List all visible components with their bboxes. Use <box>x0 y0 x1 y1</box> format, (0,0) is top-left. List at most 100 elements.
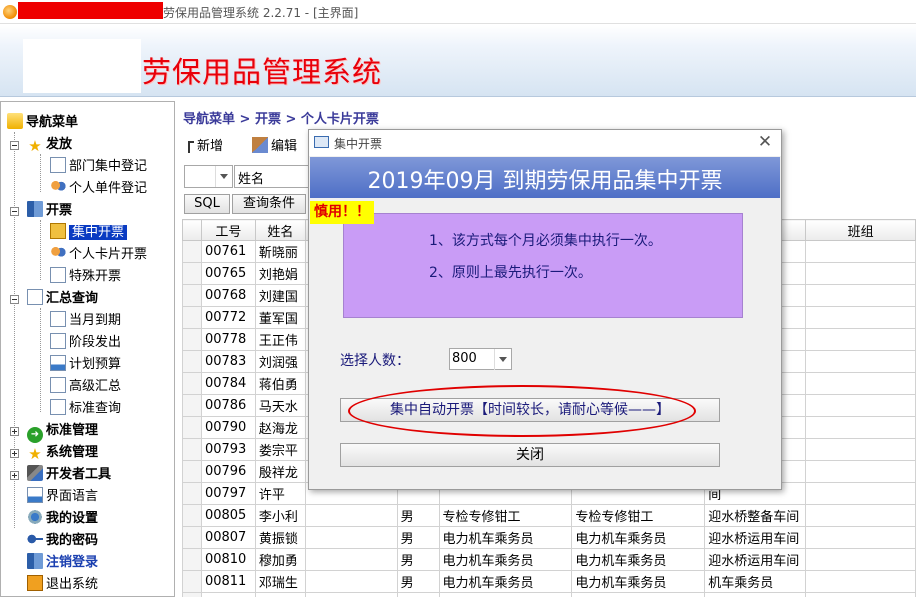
tree-item-my-settings[interactable]: 我的设置 <box>27 509 98 529</box>
row-header[interactable] <box>182 570 202 593</box>
table-cell[interactable] <box>805 592 916 597</box>
table-cell[interactable]: 迎水桥运用车间 <box>704 592 807 597</box>
tree-item-logout[interactable]: 注销登录 <box>27 553 98 573</box>
column-header[interactable]: 工号 <box>200 219 256 241</box>
table-cell[interactable]: 00796 <box>200 460 256 483</box>
tree-group-system[interactable]: ★ 系统管理 <box>27 443 98 463</box>
table-cell[interactable]: 李小利 <box>254 504 306 527</box>
collapse-toggle[interactable] <box>10 207 19 216</box>
expand-toggle[interactable] <box>10 427 19 436</box>
count-select[interactable]: 800 <box>449 348 512 370</box>
table-cell[interactable]: 许平 <box>254 482 306 505</box>
table-cell[interactable] <box>805 416 916 439</box>
table-cell[interactable]: 00772 <box>200 306 256 329</box>
table-cell[interactable]: 专检专修钳工 <box>571 504 706 527</box>
table-cell[interactable] <box>805 306 916 329</box>
table-row[interactable]: 00811 邓瑞生男电力机车乘务员 电力机车乘务员 机车乘务员 <box>182 570 916 593</box>
table-cell[interactable]: 王正伟 <box>254 328 306 351</box>
table-row[interactable]: 00805 李小利男专检专修钳工 专检专修钳工 迎水桥整备车间 <box>182 504 916 527</box>
table-cell[interactable] <box>805 372 916 395</box>
table-cell[interactable]: 00784 <box>200 372 256 395</box>
table-cell[interactable]: 刘建国 <box>254 284 306 307</box>
table-cell[interactable] <box>805 504 916 527</box>
row-header[interactable] <box>182 284 202 307</box>
row-header[interactable] <box>182 482 202 505</box>
expand-toggle[interactable] <box>10 449 19 458</box>
table-cell[interactable] <box>805 262 916 285</box>
row-header[interactable] <box>182 592 202 597</box>
table-cell[interactable] <box>805 460 916 483</box>
query-condition-button[interactable]: 查询条件 <box>232 194 306 214</box>
table-cell[interactable] <box>805 350 916 373</box>
table-cell[interactable]: 迎水桥整备车间 <box>704 504 807 527</box>
tree-item-due-this-month[interactable]: 当月到期 <box>50 311 121 331</box>
table-cell[interactable]: 电力机车乘务员 <box>438 592 573 597</box>
table-cell[interactable]: 00805 <box>200 504 256 527</box>
table-row[interactable]: 00807 黄振锁男电力机车乘务员 电力机车乘务员 迎水桥运用车间 <box>182 526 916 549</box>
table-cell[interactable]: 黄振锁 <box>254 526 306 549</box>
table-cell[interactable]: 电力机车乘务员 <box>571 570 706 593</box>
sql-button[interactable]: SQL <box>184 194 230 214</box>
close-icon[interactable]: ✕ <box>755 132 775 152</box>
edit-button[interactable]: 编辑 <box>252 135 297 154</box>
table-cell[interactable]: 专检专修钳工 <box>438 504 573 527</box>
table-cell[interactable]: 娄宗平 <box>254 438 306 461</box>
filter-field-select[interactable]: 姓名 <box>234 165 314 188</box>
table-cell[interactable] <box>805 438 916 461</box>
table-cell[interactable]: 男 <box>396 548 440 571</box>
table-cell[interactable]: 殷祥龙 <box>254 460 306 483</box>
table-cell[interactable] <box>304 592 398 597</box>
row-header[interactable] <box>182 240 202 263</box>
table-cell[interactable]: 00761 <box>200 240 256 263</box>
table-cell[interactable]: 电力机车乘务员 <box>571 526 706 549</box>
table-cell[interactable]: 靳晓丽 <box>254 240 306 263</box>
tree-group-issue[interactable]: ★ 发放 <box>27 135 72 155</box>
tree-group-standards[interactable]: ➜ 标准管理 <box>27 421 98 443</box>
tree-item-period-issue[interactable]: 阶段发出 <box>50 333 121 353</box>
row-header[interactable] <box>182 394 202 417</box>
table-cell[interactable]: 00812 <box>200 592 256 597</box>
table-cell[interactable]: 迎水桥运用车间 <box>704 526 807 549</box>
row-header[interactable] <box>182 372 202 395</box>
row-header[interactable] <box>182 504 202 527</box>
row-header[interactable] <box>182 328 202 351</box>
table-cell[interactable]: 穆加勇 <box>254 548 306 571</box>
table-cell[interactable] <box>304 504 398 527</box>
table-cell[interactable] <box>805 328 916 351</box>
table-cell[interactable]: 翁新宁 <box>254 592 306 597</box>
table-cell[interactable]: 电力机车乘务员 <box>438 526 573 549</box>
table-cell[interactable]: 00765 <box>200 262 256 285</box>
table-cell[interactable] <box>805 548 916 571</box>
table-cell[interactable]: 男 <box>396 526 440 549</box>
tree-item-batch-invoice[interactable]: 集中开票 <box>50 223 128 243</box>
table-cell[interactable]: 男 <box>396 504 440 527</box>
row-header[interactable] <box>182 526 202 549</box>
table-cell[interactable]: 00810 <box>200 548 256 571</box>
table-cell[interactable]: 00783 <box>200 350 256 373</box>
tree-group-summary[interactable]: 汇总查询 <box>27 289 98 309</box>
row-header[interactable] <box>182 306 202 329</box>
table-cell[interactable]: 马天水 <box>254 394 306 417</box>
tree-item-my-password[interactable]: 我的密码 <box>27 531 98 551</box>
row-header[interactable] <box>182 350 202 373</box>
table-row[interactable]: 00812翁新宁男电力机车乘务员电力机车乘务员迎水桥运用车间 <box>182 592 916 597</box>
table-cell[interactable]: 00811 <box>200 570 256 593</box>
tree-item-plan-budget[interactable]: 计划预算 <box>50 355 121 375</box>
row-header[interactable] <box>182 416 202 439</box>
table-cell[interactable] <box>805 570 916 593</box>
tree-item-language[interactable]: 界面语言 <box>27 487 98 507</box>
tree-item-standard-query[interactable]: 标准查询 <box>50 399 121 419</box>
table-cell[interactable] <box>805 526 916 549</box>
filter-operator-select[interactable] <box>184 165 233 188</box>
tree-item-advanced-summary[interactable]: 高级汇总 <box>50 377 121 397</box>
table-cell[interactable]: 刘艳娟 <box>254 262 306 285</box>
table-cell[interactable]: 蒋伯勇 <box>254 372 306 395</box>
table-cell[interactable] <box>805 394 916 417</box>
tree-item-special-invoice[interactable]: 特殊开票 <box>50 267 121 287</box>
tree-item-dept-register[interactable]: 部门集中登记 <box>50 157 147 177</box>
new-button[interactable]: 新增 <box>188 135 223 154</box>
column-header[interactable]: 班组 <box>805 219 916 241</box>
tree-root[interactable]: 导航菜单 <box>7 113 78 133</box>
table-cell[interactable]: 赵海龙 <box>254 416 306 439</box>
table-cell[interactable]: 邓瑞生 <box>254 570 306 593</box>
